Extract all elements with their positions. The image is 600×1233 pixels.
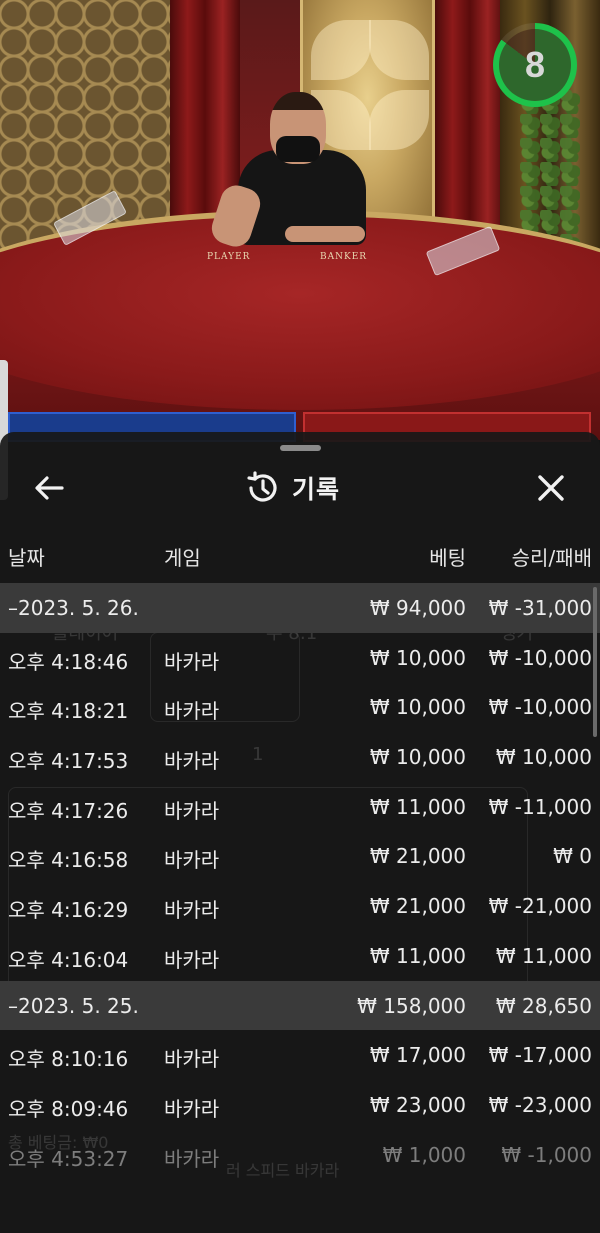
dealer-mask (276, 136, 320, 162)
history-icon (247, 471, 277, 502)
table-label-player: PLAYER (207, 252, 251, 262)
group-result-total: ₩ 28,650 (495, 993, 592, 1018)
entry-time: 오후 4:16:29 (8, 898, 129, 923)
entry-bet: ₩ 1,000 (382, 1142, 466, 1167)
dealer-arm-resting (285, 226, 365, 242)
history-entry-row: 오후 4:18:46 바카라 ₩ 10,000 ₩ -10,000 (0, 633, 600, 683)
entry-game: 바카라 (164, 1096, 220, 1121)
entry-bet: ₩ 10,000 (369, 745, 466, 770)
entry-result: ₩ -10,000 (488, 695, 592, 720)
column-result: 승리/패배 (511, 546, 592, 570)
entry-bet: ₩ 11,000 (369, 794, 466, 819)
entry-game: 바카라 (164, 947, 220, 972)
group-date: –2023. 5. 26. (8, 596, 139, 620)
history-sheet: 플레이어 무 8:1 뱅커 1 총 베팅금: ₩0 러 스피드 바카라 기록 날… (0, 432, 600, 1233)
entry-bet: ₩ 10,000 (369, 645, 466, 670)
entry-game: 바카라 (164, 848, 220, 873)
entry-result: ₩ 0 (553, 844, 592, 869)
entry-game: 바카라 (164, 749, 220, 774)
entry-result: ₩ 11,000 (495, 943, 592, 968)
history-entry-row: 오후 4:16:29 바카라 ₩ 21,000 ₩ -21,000 (0, 881, 600, 931)
column-game: 게임 (164, 546, 201, 570)
table-label-banker: BANKER (320, 252, 368, 262)
entry-time: 오후 8:09:46 (8, 1096, 129, 1121)
group-date: –2023. 5. 25. (8, 993, 139, 1018)
entry-bet: ₩ 11,000 (369, 943, 466, 968)
entry-time: 오후 4:17:53 (8, 749, 129, 774)
entry-time: 오후 4:18:46 (8, 649, 129, 674)
betting-timer: 8 (493, 23, 577, 107)
entry-time: 오후 4:18:21 (8, 699, 129, 724)
history-entry-row: 오후 8:09:46 바카라 ₩ 23,000 ₩ -23,000 (0, 1080, 600, 1130)
arrow-left-icon (35, 476, 64, 500)
history-title: 기록 (292, 475, 341, 504)
entry-bet: ₩ 21,000 (369, 894, 466, 919)
entry-result: ₩ -11,000 (488, 794, 592, 819)
live-video-feed: PLAYER BANKER 8 (0, 0, 600, 440)
entry-time: 오후 8:10:16 (8, 1047, 129, 1072)
date-group-row[interactable]: –2023. 5. 25. ₩ 158,000 ₩ 28,650 (0, 980, 600, 1031)
entry-game: 바카라 (164, 798, 220, 823)
back-button[interactable] (26, 468, 72, 508)
entry-game: 바카라 (164, 898, 220, 923)
group-bet-total: ₩ 94,000 (369, 596, 466, 620)
entry-time: 오후 4:16:58 (8, 848, 129, 873)
entry-result: ₩ -21,000 (488, 894, 592, 919)
entry-game: 바카라 (164, 649, 220, 674)
timer-value: 8 (524, 44, 546, 85)
history-header: 기록 (0, 462, 600, 510)
column-date: 날짜 (8, 546, 45, 570)
entry-bet: ₩ 17,000 (369, 1043, 466, 1068)
history-entry-row: 오후 4:18:21 바카라 ₩ 10,000 ₩ -10,000 (0, 682, 600, 732)
entry-bet: ₩ 23,000 (369, 1092, 466, 1117)
entry-game: 바카라 (164, 699, 220, 724)
entry-result: ₩ 10,000 (495, 745, 592, 770)
entry-bet: ₩ 21,000 (369, 844, 466, 869)
history-column-headers: 날짜 게임 베팅 승리/패배 (0, 542, 600, 572)
entry-result: ₩ -17,000 (488, 1043, 592, 1068)
entry-result: ₩ -23,000 (488, 1092, 592, 1117)
entry-time: 오후 4:17:26 (8, 798, 129, 823)
entry-time: 오후 4:53:27 (8, 1146, 129, 1171)
entry-result: ₩ -10,000 (488, 645, 592, 670)
curtain-right (435, 0, 505, 250)
history-entry-row: 오후 4:17:53 바카라 ₩ 10,000 ₩ 10,000 (0, 732, 600, 782)
entry-result: ₩ -1,000 (501, 1142, 592, 1167)
sheet-drag-handle[interactable] (280, 445, 321, 451)
entry-bet: ₩ 10,000 (369, 695, 466, 720)
history-entry-row: 오후 4:17:26 바카라 ₩ 11,000 ₩ -11,000 (0, 782, 600, 832)
close-button[interactable] (528, 468, 574, 508)
group-result-total: ₩ -31,000 (488, 596, 592, 620)
history-entry-row: 오후 4:53:27 바카라 ₩ 1,000 ₩ -1,000 (0, 1130, 600, 1180)
group-bet-total: ₩ 158,000 (357, 993, 466, 1018)
history-scrollbar[interactable] (593, 587, 597, 737)
history-entry-row: 오후 8:10:16 바카라 ₩ 17,000 ₩ -17,000 (0, 1030, 600, 1080)
entry-game: 바카라 (164, 1047, 220, 1072)
entry-game: 바카라 (164, 1146, 220, 1171)
close-icon (538, 475, 564, 501)
history-list: –2023. 5. 26. ₩ 94,000 ₩ -31,000 오후 4:18:46… (0, 583, 600, 1179)
column-bet: 베팅 (429, 546, 466, 570)
history-entry-row: 오후 4:16:04 바카라 ₩ 11,000 ₩ 11,000 (0, 931, 600, 981)
entry-time: 오후 4:16:04 (8, 947, 129, 972)
history-entry-row: 오후 4:16:58 바카라 ₩ 21,000 ₩ 0 (0, 831, 600, 881)
date-group-row[interactable]: –2023. 5. 26. ₩ 94,000 ₩ -31,000 (0, 583, 600, 633)
